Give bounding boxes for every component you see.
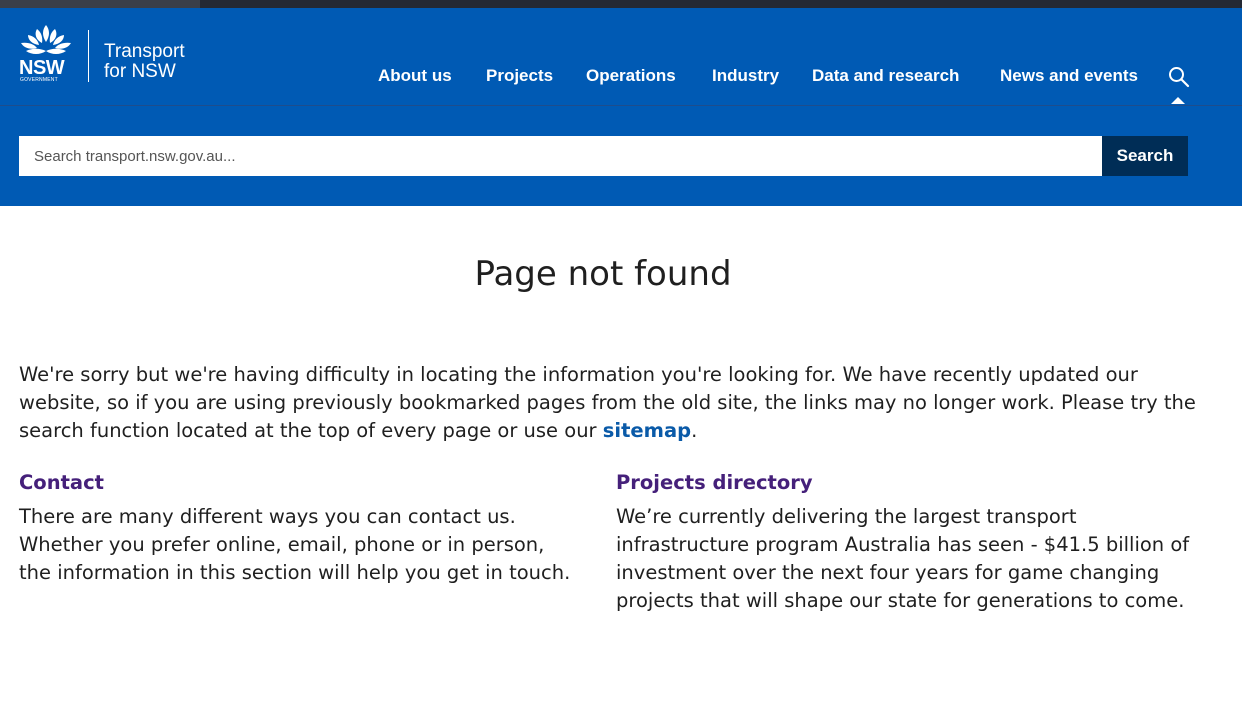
nav-item-operations[interactable]: Operations bbox=[586, 66, 676, 86]
search-input[interactable] bbox=[19, 136, 1102, 176]
nav-item-about-us[interactable]: About us bbox=[378, 66, 452, 86]
projects-directory-section: Projects directory We’re currently deliv… bbox=[616, 469, 1196, 615]
sitemap-link[interactable]: sitemap bbox=[603, 419, 691, 442]
main-nav: About us Projects Operations Industry Da… bbox=[0, 66, 1242, 88]
site-header: NSW GOVERNMENT Transport for NSW About u… bbox=[0, 8, 1242, 206]
top-utility-strip bbox=[0, 0, 1242, 8]
intro-paragraph: We're sorry but we're having difficulty … bbox=[19, 361, 1199, 445]
search-panel-caret bbox=[1171, 97, 1185, 104]
header-divider bbox=[0, 105, 1242, 106]
search-button[interactable]: Search bbox=[1102, 136, 1188, 176]
page-title: Page not found bbox=[474, 254, 732, 294]
contact-heading-link[interactable]: Contact bbox=[19, 469, 579, 497]
nav-item-data-and-research[interactable]: Data and research bbox=[812, 66, 959, 86]
nav-item-news-and-events[interactable]: News and events bbox=[1000, 66, 1138, 86]
search-icon[interactable] bbox=[1168, 66, 1190, 88]
brand-line-1: Transport bbox=[104, 41, 185, 62]
projects-directory-heading-link[interactable]: Projects directory bbox=[616, 469, 1196, 497]
nav-item-projects[interactable]: Projects bbox=[486, 66, 553, 86]
nav-item-industry[interactable]: Industry bbox=[712, 66, 779, 86]
contact-section: Contact There are many different ways yo… bbox=[19, 469, 579, 587]
top-strip-tab bbox=[0, 0, 200, 8]
contact-description: There are many different ways you can co… bbox=[19, 505, 571, 584]
projects-directory-description: We’re currently delivering the largest t… bbox=[616, 505, 1190, 612]
intro-end: . bbox=[691, 419, 698, 442]
